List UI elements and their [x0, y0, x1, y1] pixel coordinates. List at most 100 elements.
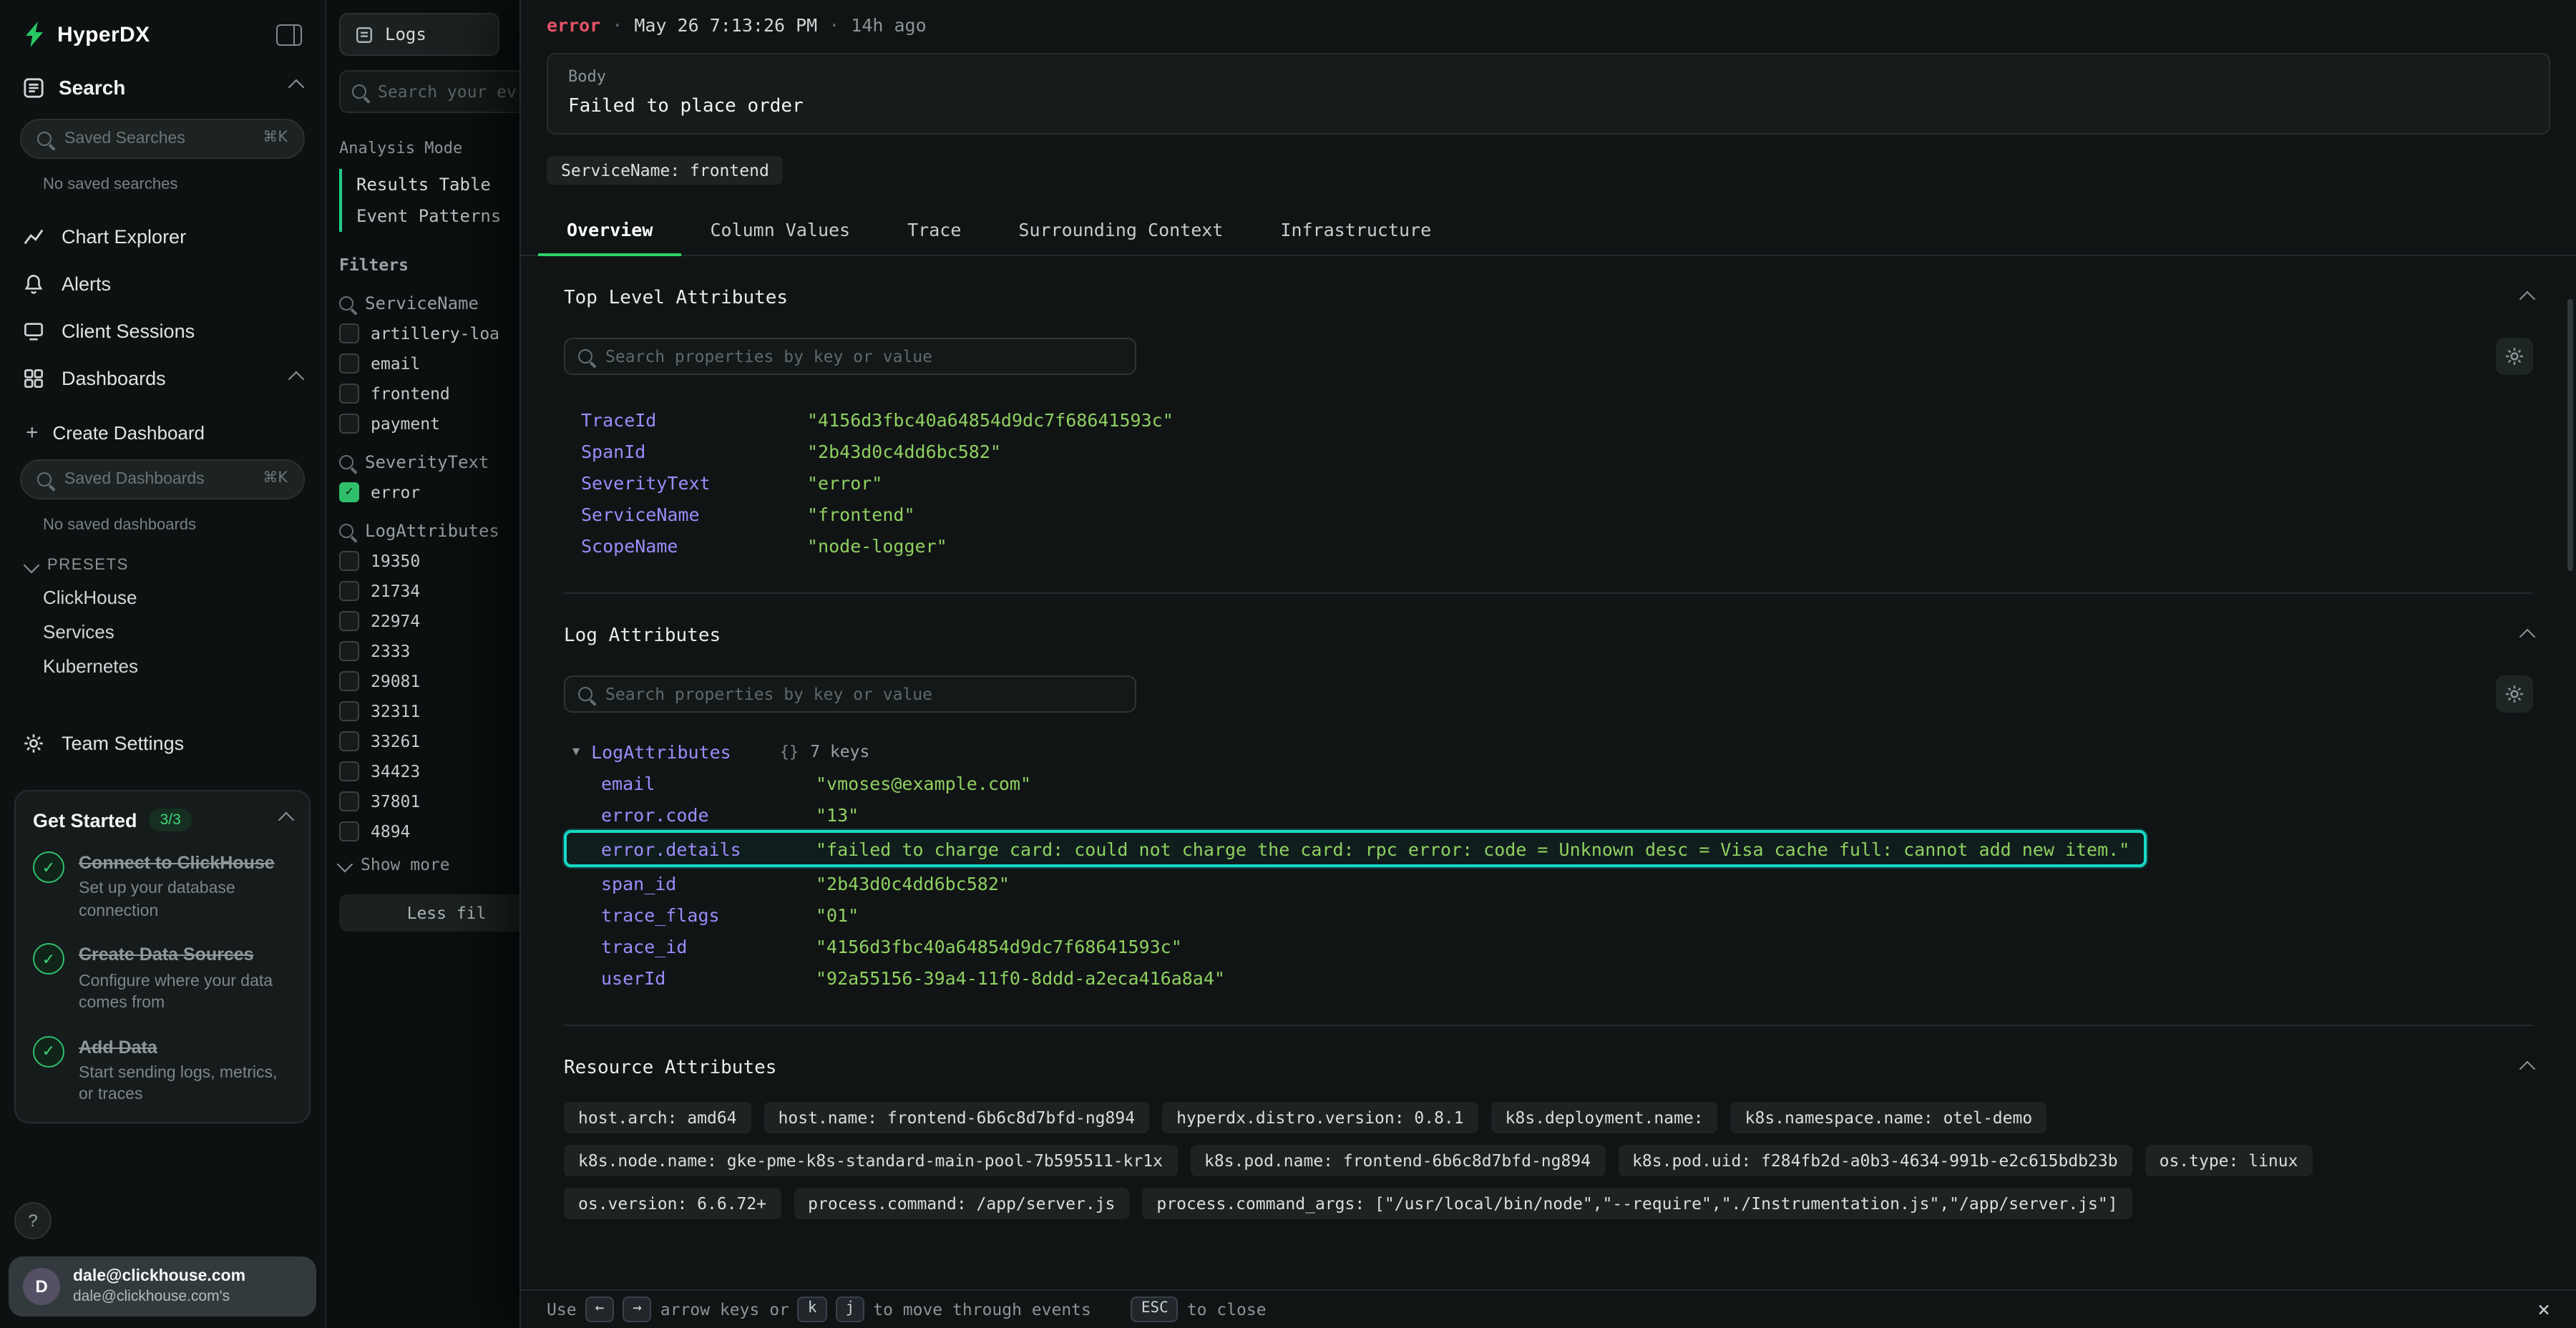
filter-group-servicename[interactable]: ServiceName [339, 293, 519, 313]
caret-down-icon: ▾ [572, 743, 580, 759]
resource-chip[interactable]: process.command: /app/server.js [794, 1188, 1129, 1219]
attribute-row[interactable]: email"vmoses@example.com" [564, 767, 2533, 799]
properties-search-input[interactable] [564, 338, 1136, 375]
sidebar-item-chart-explorer[interactable]: Chart Explorer [0, 213, 325, 260]
get-started-step-add-data[interactable]: ✓ Add Data Start sending logs, metrics, … [33, 1035, 292, 1108]
presets-header[interactable]: PRESETS [26, 557, 325, 574]
section-title: Resource Attributes [564, 1058, 776, 1079]
filter-group-severitytext[interactable]: SeverityText [339, 452, 519, 472]
collapse-sidebar-icon[interactable] [276, 24, 302, 45]
tab-trace[interactable]: Trace [879, 205, 990, 255]
close-panel-icon[interactable]: × [2537, 1299, 2550, 1320]
source-select[interactable]: Logs [339, 13, 499, 56]
resource-chip[interactable]: k8s.pod.uid: f284fb2d-a0b3-4634-991b-e2c… [1618, 1145, 2132, 1176]
get-started-step-sources[interactable]: ✓ Create Data Sources Configure where yo… [33, 944, 292, 1016]
attribute-row[interactable]: trace_flags"01" [564, 899, 2533, 930]
preset-item-kubernetes[interactable]: Kubernetes [0, 648, 325, 683]
properties-search[interactable] [564, 675, 1136, 713]
filter-option[interactable]: 21734 [339, 581, 519, 601]
sidebar-item-client-sessions[interactable]: Client Sessions [0, 308, 325, 355]
attribute-row[interactable]: ServiceName"frontend" [564, 498, 2533, 529]
collapse-section-icon[interactable] [2519, 1060, 2536, 1077]
attribute-row[interactable]: ScopeName"node-logger" [564, 529, 2533, 561]
filter-option[interactable]: payment [339, 414, 519, 434]
attribute-key: trace_flags [601, 904, 816, 925]
less-filters-button[interactable]: Less fil [339, 894, 519, 932]
filter-option[interactable]: 34423 [339, 761, 519, 781]
tab-surrounding-context[interactable]: Surrounding Context [990, 205, 1252, 255]
filter-group-logattributes[interactable]: LogAttributes [339, 521, 519, 541]
filter-option-label: 4894 [371, 821, 410, 841]
create-dashboard-button[interactable]: + Create Dashboard [0, 411, 325, 454]
filter-option[interactable]: 19350 [339, 551, 519, 571]
attribute-value: "2b43d0c4dd6bc582" [816, 872, 1010, 894]
attribute-row[interactable]: userId"92a55156-39a4-11f0-8ddd-a2eca416a… [564, 962, 2533, 993]
chevron-up-icon[interactable] [278, 812, 295, 829]
settings-button[interactable] [2496, 338, 2533, 375]
resource-chip[interactable]: k8s.deployment.name: [1491, 1102, 1718, 1133]
sidebar-item-team-settings[interactable]: Team Settings [0, 720, 325, 767]
resource-chip[interactable]: process.command_args: ["/usr/local/bin/n… [1142, 1188, 2132, 1219]
filter-option[interactable]: 29081 [339, 671, 519, 691]
chevron-down-icon [24, 557, 40, 574]
saved-searches-search[interactable]: ⌘K [20, 119, 305, 159]
show-more-button[interactable]: Show more [339, 854, 519, 874]
checkbox-checked-icon: ✓ [339, 482, 359, 502]
filter-option[interactable]: 32311 [339, 701, 519, 721]
search-section-header[interactable]: Search [0, 62, 325, 113]
tab-column-values[interactable]: Column Values [681, 205, 879, 255]
attribute-row[interactable]: error.code"13" [564, 799, 2533, 830]
mode-event-patterns[interactable]: Event Patterns [342, 200, 519, 232]
attribute-row[interactable]: SeverityText"error" [564, 467, 2533, 498]
separator-dot: · [829, 14, 839, 36]
log-attributes-tree-root[interactable]: ▾ LogAttributes {} 7 keys [564, 736, 2533, 767]
resource-chip[interactable]: k8s.namespace.name: otel-demo [1731, 1102, 2047, 1133]
analysis-mode-label: Analysis Mode [339, 139, 519, 157]
properties-search[interactable] [564, 338, 1136, 375]
filter-option-error[interactable]: ✓error [339, 482, 519, 502]
filter-option[interactable]: 33261 [339, 731, 519, 751]
resource-chip[interactable]: k8s.pod.name: frontend-6b6c8d7bfd-ng894 [1190, 1145, 1605, 1176]
resource-chip[interactable]: host.arch: amd64 [564, 1102, 751, 1133]
preset-item-clickhouse[interactable]: ClickHouse [0, 580, 325, 614]
chevron-up-icon [288, 79, 305, 96]
settings-button[interactable] [2496, 675, 2533, 713]
gear-icon [2504, 684, 2524, 704]
user-menu[interactable]: D dale@clickhouse.com dale@clickhouse.co… [9, 1256, 316, 1317]
attribute-row[interactable]: trace_id"4156d3fbc40a64854d9dc7f68641593… [564, 930, 2533, 962]
collapse-section-icon[interactable] [2519, 290, 2536, 307]
attribute-row[interactable]: SpanId"2b43d0c4dd6bc582" [564, 435, 2533, 467]
sidebar-item-alerts[interactable]: Alerts [0, 260, 325, 308]
properties-search-input[interactable] [564, 675, 1136, 713]
collapse-section-icon[interactable] [2519, 628, 2536, 645]
filter-option[interactable]: email [339, 353, 519, 374]
attribute-row-highlighted[interactable]: error.details"failed to charge card: cou… [564, 830, 2147, 867]
resource-chip[interactable]: host.name: frontend-6b6c8d7bfd-ng894 [764, 1102, 1150, 1133]
tab-infrastructure[interactable]: Infrastructure [1252, 205, 1460, 255]
filter-option[interactable]: artillery-loa [339, 323, 519, 343]
filter-option[interactable]: 2333 [339, 641, 519, 661]
event-search[interactable] [339, 70, 519, 113]
help-button[interactable]: ? [14, 1202, 52, 1239]
resource-chip[interactable]: os.type: linux [2145, 1145, 2313, 1176]
app-title: HyperDX [57, 22, 150, 47]
service-name-chip[interactable]: ServiceName: frontend [547, 156, 784, 185]
get-started-step-connect[interactable]: ✓ Connect to ClickHouse Set up your data… [33, 851, 292, 924]
mode-results-table[interactable]: Results Table [342, 169, 519, 200]
resource-chip[interactable]: os.version: 6.6.72+ [564, 1188, 781, 1219]
filter-option[interactable]: 4894 [339, 821, 519, 841]
attribute-row[interactable]: TraceId"4156d3fbc40a64854d9dc7f68641593c… [564, 404, 2533, 435]
saved-dashboards-search[interactable]: ⌘K [20, 459, 305, 499]
filter-option[interactable]: 22974 [339, 611, 519, 631]
filter-option[interactable]: frontend [339, 384, 519, 404]
no-saved-dashboards-text: No saved dashboards [43, 517, 302, 534]
sidebar-item-dashboards[interactable]: Dashboards [0, 355, 325, 402]
tab-overview[interactable]: Overview [538, 205, 681, 255]
attribute-row[interactable]: span_id"2b43d0c4dd6bc582" [564, 867, 2533, 899]
filter-option[interactable]: 37801 [339, 791, 519, 811]
preset-item-services[interactable]: Services [0, 614, 325, 648]
resource-chip[interactable]: hyperdx.distro.version: 0.8.1 [1162, 1102, 1478, 1133]
bell-icon [23, 273, 44, 295]
scrollbar[interactable] [2567, 299, 2573, 571]
resource-chip[interactable]: k8s.node.name: gke-pme-k8s-standard-main… [564, 1145, 1177, 1176]
